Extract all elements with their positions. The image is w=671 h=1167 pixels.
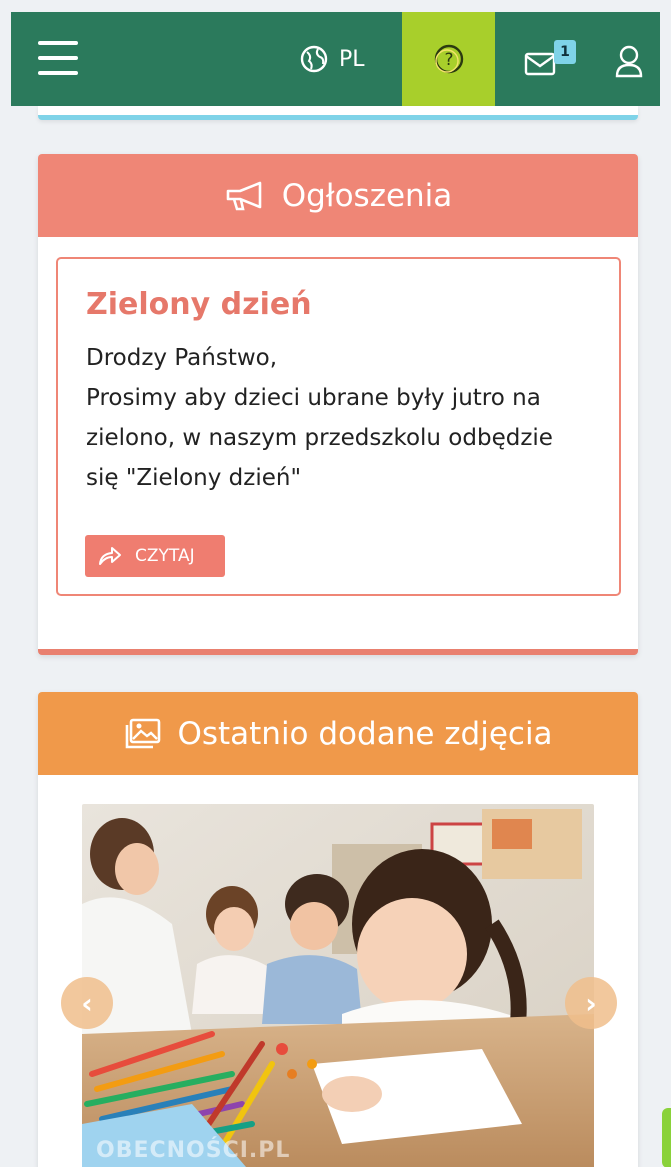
photos-header: Ostatnio dodane zdjęcia xyxy=(38,692,638,775)
megaphone-icon xyxy=(226,181,261,210)
share-arrow-icon xyxy=(99,547,121,565)
mail-count-badge: 1 xyxy=(554,40,576,64)
carousel-next-button[interactable]: › xyxy=(565,977,617,1029)
photo-caption: OBECNOŚCI.PL xyxy=(96,1138,291,1163)
announcement-greeting: Drodzy Państwo, xyxy=(86,345,278,371)
help-button[interactable]: ? xyxy=(402,12,495,106)
read-button-label: CZYTAJ xyxy=(135,546,195,566)
gallery-icon xyxy=(126,718,161,748)
photos-title: Ostatnio dodane zdjęcia xyxy=(177,715,553,752)
top-navigation-bar: PL ? 1 xyxy=(11,12,660,106)
menu-icon[interactable] xyxy=(38,41,78,75)
user-button[interactable] xyxy=(611,42,647,82)
language-label: PL xyxy=(339,46,365,72)
announcements-title: Ogłoszenia xyxy=(281,177,453,214)
recent-photos-card: Ostatnio dodane zdjęcia xyxy=(38,692,638,1167)
announcement-item: Zielony dzień Drodzy Państwo, Prosimy ab… xyxy=(56,257,621,596)
help-icon: ? xyxy=(434,44,463,74)
announcement-title[interactable]: Zielony dzień xyxy=(86,287,591,322)
language-selector[interactable]: PL xyxy=(299,42,365,76)
chevron-left-icon: ‹ xyxy=(81,986,93,1020)
globe-icon xyxy=(300,45,328,73)
carousel-prev-button[interactable]: ‹ xyxy=(61,977,113,1029)
announcement-body: Prosimy aby dzieci ubrane były jutro na … xyxy=(86,385,553,491)
user-icon xyxy=(615,45,643,78)
announcements-header: Ogłoszenia xyxy=(38,154,638,237)
chevron-right-icon: › xyxy=(585,986,597,1020)
side-feedback-tab[interactable] xyxy=(662,1108,671,1167)
photo-carousel-image[interactable] xyxy=(82,804,594,1167)
read-button[interactable]: CZYTAJ xyxy=(85,535,225,577)
announcements-card: Ogłoszenia Zielony dzień Drodzy Państwo,… xyxy=(38,154,638,655)
previous-card-bottom xyxy=(38,106,638,120)
svg-text:?: ? xyxy=(444,50,453,70)
